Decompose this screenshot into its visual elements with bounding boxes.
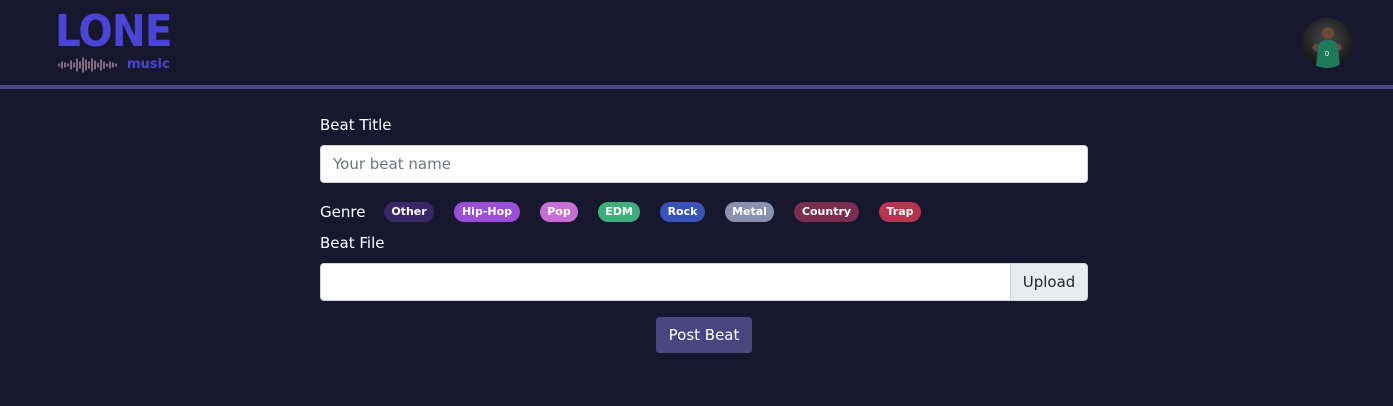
beat-file-input[interactable] [321,264,1011,300]
genre-pill-rock[interactable]: Rock [660,202,705,222]
genre-pill-other[interactable]: Other [384,202,434,222]
genre-pill-metal[interactable]: Metal [725,202,774,222]
user-avatar[interactable]: 0 [1302,18,1352,68]
logo-title: LONE [55,6,173,57]
header: LONE music 0 [0,0,1393,85]
genre-label: Genre [320,203,366,221]
genre-row: Genre Other Hip-Hop Pop EDM Rock Metal C… [320,202,1088,222]
avatar-image: 0 [1302,18,1352,68]
beat-title-input[interactable] [320,145,1088,183]
genre-pill-trap[interactable]: Trap [879,202,921,222]
beat-title-label: Beat Title [320,116,392,134]
genre-pill-hip-hop[interactable]: Hip-Hop [454,202,520,222]
header-divider [0,85,1393,89]
post-beat-button[interactable]: Post Beat [656,317,752,353]
beat-file-input-group: Upload [320,263,1088,301]
svg-text:0: 0 [1325,50,1329,58]
genre-pill-edm[interactable]: EDM [598,202,640,222]
genre-pill-pop[interactable]: Pop [540,202,578,222]
logo[interactable]: LONE music [55,6,173,76]
beat-file-label: Beat File [320,234,385,252]
logo-subtitle: music [127,57,170,72]
genre-pill-country[interactable]: Country [794,202,859,222]
soundwave-icon [58,57,117,73]
upload-button[interactable]: Upload [1010,264,1087,300]
